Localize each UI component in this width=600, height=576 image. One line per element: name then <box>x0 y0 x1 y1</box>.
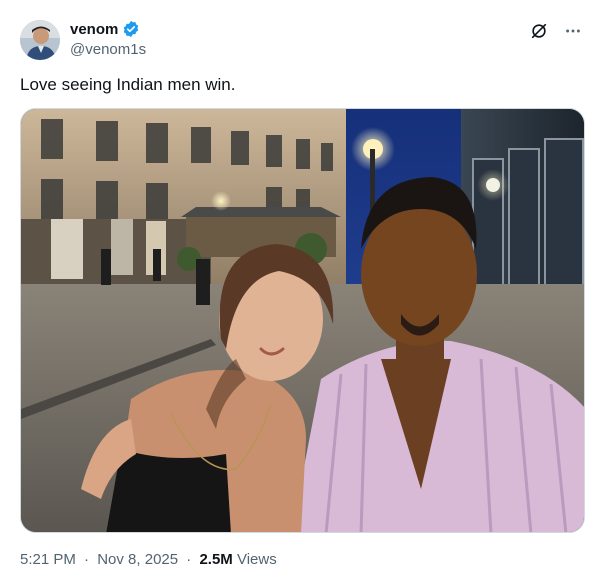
avatar[interactable] <box>20 20 60 60</box>
meta-separator: · <box>84 551 90 568</box>
author-name[interactable]: venom <box>70 21 118 38</box>
tweet-meta: 5:21 PM · Nov 8, 2025 · 2.5M Views <box>20 550 277 570</box>
tweet-date[interactable]: Nov 8, 2025 <box>97 551 178 568</box>
author-name-row: venom <box>70 18 146 40</box>
tweet-photo[interactable] <box>20 108 585 533</box>
views-label: Views <box>236 551 277 568</box>
tweet-text: Love seeing Indian men win. <box>20 75 236 94</box>
author-handle[interactable]: @venom1s <box>70 40 146 60</box>
verified-badge-icon[interactable] <box>122 20 140 38</box>
grok-slash-circle-icon[interactable] <box>528 20 550 42</box>
views-count: 2.5M <box>199 551 233 568</box>
more-horizontal-icon[interactable] <box>562 20 584 42</box>
tweet-card: venom @venom1s Love seeing Indian men wi… <box>0 0 600 576</box>
meta-separator: · <box>186 551 192 568</box>
tweet-time[interactable]: 5:21 PM <box>20 551 76 568</box>
author-block: venom @venom1s <box>70 18 146 60</box>
tweet-actions-top <box>528 20 584 42</box>
